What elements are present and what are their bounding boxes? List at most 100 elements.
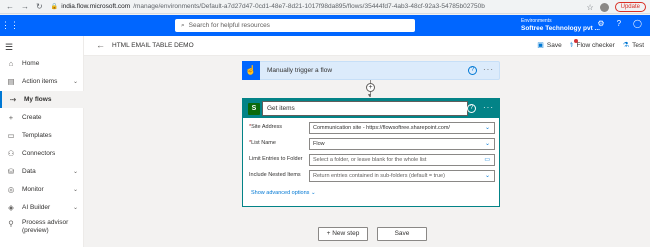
field-label: Include Nested Items xyxy=(249,172,301,178)
update-button[interactable]: Update xyxy=(614,2,646,12)
process-advisor-icon: ⚲ xyxy=(8,219,14,228)
nav-item-data[interactable]: ⛁ Data ⌄ xyxy=(0,163,84,180)
sharepoint-icon: S xyxy=(248,102,260,115)
flow-checker-label: Flow checker xyxy=(576,41,615,49)
app-launcher-icon[interactable]: ⋮⋮ xyxy=(0,20,20,31)
field-placeholder: Return entries contained in sub-folders … xyxy=(313,173,445,179)
environment-picker[interactable]: Environments Softree Technology pvt ... xyxy=(521,17,600,33)
help-circle-icon[interactable]: ? xyxy=(467,104,476,113)
nav-item-label: Templates xyxy=(22,132,52,139)
include-nested-dropdown[interactable]: Return entries contained in sub-folders … xyxy=(309,170,495,182)
command-bar: ← HTML EMAIL TABLE DEMO ▣ Save ⚕ Flow chec… xyxy=(0,36,650,56)
nav-item-home[interactable]: ⌂ Home xyxy=(0,55,84,72)
url-path: /manage/environments/Default-a7d27d47-0c… xyxy=(133,3,485,10)
nav-item-monitor[interactable]: ◎ Monitor ⌄ xyxy=(0,181,84,198)
nav-item-ai-builder[interactable]: ◈ AI Builder ⌄ xyxy=(0,199,84,216)
search-placeholder: Search for helpful resources xyxy=(188,22,270,29)
connector-icon: ⚇ xyxy=(7,149,15,158)
nav-item-label: Data xyxy=(22,168,36,175)
field-value: Flow xyxy=(313,141,325,147)
advanced-label: Show advanced options xyxy=(251,190,310,196)
flask-icon: ⚗ xyxy=(622,42,630,49)
more-options-icon[interactable]: ··· xyxy=(483,65,494,74)
field-site-address: *Site Address Communication site - https… xyxy=(249,122,495,134)
back-arrow-icon[interactable]: ← xyxy=(96,40,105,50)
field-label: Limit Entries to Folder xyxy=(249,156,303,162)
card-header: S Get items ? ··· xyxy=(243,99,499,118)
help-circle-icon[interactable]: ? xyxy=(468,66,477,75)
nav-item-create[interactable]: + Create xyxy=(0,109,84,126)
stethoscope-icon: ⚕ xyxy=(569,39,578,49)
nav-item-connectors[interactable]: ⚇ Connectors xyxy=(0,145,84,162)
get-items-card: S Get items ? ··· *Site Address Communic… xyxy=(242,98,500,207)
hand-touch-icon: ☝ xyxy=(242,61,260,80)
flow-checker-command[interactable]: ⚕ Flow checker xyxy=(569,39,615,49)
insert-step-plus-icon[interactable]: + xyxy=(366,83,375,92)
help-question-icon[interactable]: ? xyxy=(617,19,621,28)
save-command-label: Save xyxy=(546,41,562,49)
test-command[interactable]: ⚗ Test xyxy=(622,41,644,50)
templates-icon: ▭ xyxy=(7,131,15,140)
home-icon: ⌂ xyxy=(8,59,14,68)
field-label: List Name xyxy=(251,140,276,146)
nav-item-label: Create xyxy=(22,114,42,121)
chevron-down-icon: ⌄ xyxy=(72,187,78,193)
ai-builder-icon: ◈ xyxy=(8,203,14,212)
nav-item-label: My flows xyxy=(24,96,52,103)
address-bar[interactable]: 🔒 india.flow.microsoft.com/manage/enviro… xyxy=(51,3,571,10)
forward-icon[interactable]: → xyxy=(21,2,29,11)
flows-icon: ⇢ xyxy=(9,95,17,104)
url-host: india.flow.microsoft.com xyxy=(61,3,131,10)
profile-avatar[interactable] xyxy=(599,2,609,12)
field-placeholder: Select a folder, or leave blank for the … xyxy=(313,157,427,163)
list-name-dropdown[interactable]: Flow ⌄ xyxy=(309,138,495,150)
chevron-down-icon: ⌄ xyxy=(310,190,316,196)
nav-item-label: Action items xyxy=(22,78,58,85)
save-icon: ▣ xyxy=(537,42,544,49)
flow-title: HTML EMAIL TABLE DEMO xyxy=(112,42,194,49)
environment-value: Softree Technology pvt ... xyxy=(521,25,600,32)
monitor-icon: ◎ xyxy=(7,185,15,194)
chevron-down-icon: ⌄ xyxy=(484,141,490,147)
back-icon[interactable]: ← xyxy=(6,2,14,11)
app-header: ⋮⋮ ⌕ Search for helpful resources Enviro… xyxy=(0,15,650,36)
clipboard-icon: ▤ xyxy=(7,77,15,86)
reload-icon[interactable]: ↻ xyxy=(36,2,43,11)
save-button[interactable]: Save xyxy=(377,227,427,241)
nav-item-label: Process advisor (preview) xyxy=(22,219,69,234)
new-step-button[interactable]: + New step xyxy=(318,227,368,241)
field-limit-folder: Limit Entries to Folder Select a folder,… xyxy=(249,154,495,166)
nav-item-action-items[interactable]: ▤ Action items ⌄ xyxy=(0,73,84,90)
lock-icon: 🔒 xyxy=(50,4,59,10)
plus-icon: + xyxy=(8,113,14,122)
search-box[interactable]: ⌕ Search for helpful resources xyxy=(175,19,415,32)
chevron-down-icon: ⌄ xyxy=(484,125,490,131)
database-icon: ⛁ xyxy=(7,167,15,176)
browser-toolbar: ← → ↻ 🔒 india.flow.microsoft.com/manage/… xyxy=(0,0,650,14)
chevron-down-icon: ⌄ xyxy=(72,169,78,175)
more-options-icon[interactable]: ··· xyxy=(483,103,494,112)
bookmark-star-icon[interactable]: ☆ xyxy=(586,3,593,12)
save-command[interactable]: ▣ Save xyxy=(537,41,562,50)
chevron-down-icon: ⌄ xyxy=(72,205,78,211)
folder-picker-input[interactable]: Select a folder, or leave blank for the … xyxy=(309,154,495,166)
folder-icon[interactable]: ▭ xyxy=(484,155,490,165)
left-navigation: ☰ ⌂ Home ▤ Action items ⌄ ⇢ My flows + Create… xyxy=(0,36,84,247)
show-advanced-options-link[interactable]: Show advanced options ⌄ xyxy=(251,190,316,196)
action-title-input[interactable]: Get items xyxy=(262,101,468,116)
environment-label: Environments xyxy=(521,18,552,24)
nav-item-my-flows[interactable]: ⇢ My flows xyxy=(0,91,84,108)
test-command-label: Test xyxy=(632,41,644,49)
field-label: Site Address xyxy=(251,124,283,130)
site-address-dropdown[interactable]: Communication site - https://flowsoftree… xyxy=(309,122,495,134)
trigger-title: Manually trigger a flow xyxy=(267,67,333,74)
field-value: Communication site - https://flowsoftree… xyxy=(313,125,450,131)
hamburger-menu-icon[interactable]: ☰ xyxy=(5,42,13,53)
settings-gear-icon[interactable]: ⚙ xyxy=(597,19,604,28)
nav-item-process-advisor[interactable]: ⚲ Process advisor (preview) xyxy=(0,219,84,241)
trigger-card[interactable]: ☝ Manually trigger a flow ? ··· xyxy=(242,61,500,80)
browser-nav: ← → ↻ xyxy=(0,2,43,11)
nav-item-templates[interactable]: ▭ Templates xyxy=(0,127,84,144)
nav-item-label: Home xyxy=(22,60,40,67)
user-avatar-icon[interactable]: ◯ xyxy=(633,19,642,28)
